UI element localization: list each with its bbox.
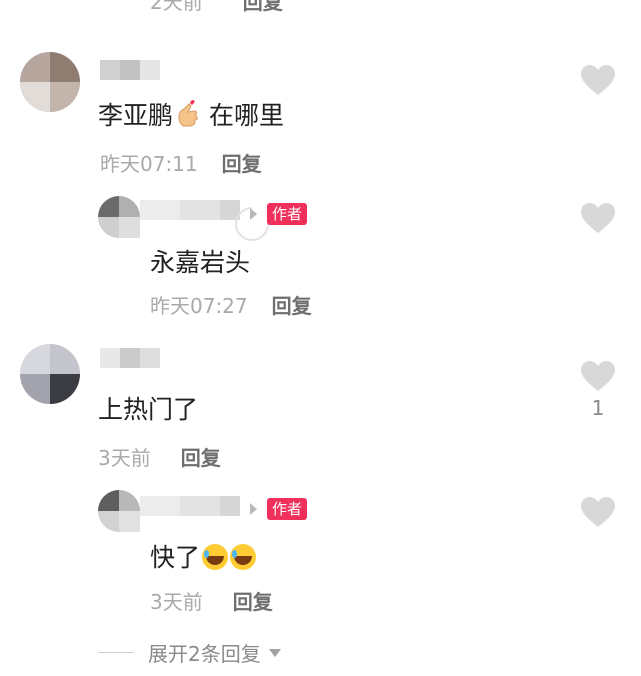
like-count: 1 [591, 396, 605, 420]
heart-icon[interactable] [580, 496, 616, 528]
username-blurred[interactable] [100, 348, 160, 368]
reply-button[interactable]: 回复 [243, 0, 283, 15]
comment-time: 3天前 [98, 446, 151, 470]
avatar[interactable] [20, 344, 80, 404]
comment-time: 3天前 [150, 590, 203, 614]
comment-text-part: 在哪里 [209, 101, 285, 130]
username-blurred[interactable] [140, 496, 240, 516]
reply-button[interactable]: 回复 [181, 442, 221, 471]
reply-button[interactable]: 回复 [233, 586, 273, 615]
heart-icon[interactable] [580, 360, 616, 392]
comment-meta: 昨天07:27 回复 [150, 290, 312, 319]
caret-down-icon [268, 648, 281, 657]
username-blurred[interactable] [100, 60, 160, 80]
comment-time: 昨天07:27 [150, 294, 248, 318]
comment-text: 上热门了 [98, 395, 199, 424]
laughing-emoji-icon [202, 544, 229, 570]
comment-text: 永嘉岩头 [150, 248, 251, 277]
reply-arrow-icon [250, 503, 257, 515]
divider [98, 652, 134, 653]
laughing-emoji-icon [230, 544, 257, 570]
comment-meta: 3天前 回复 [150, 586, 273, 615]
heart-icon[interactable] [580, 64, 616, 96]
previous-comment-meta: 2天前 回复 [150, 0, 283, 15]
author-badge: 作者 [267, 498, 308, 520]
expand-replies-label: 展开2条回复 [148, 642, 261, 666]
comment-list: 2天前 回复 李亚鹏 在哪里 昨天07:11 回复 作者 永嘉岩头 昨天07:2… [0, 0, 641, 676]
reply-button[interactable]: 回复 [272, 290, 312, 319]
author-badge: 作者 [267, 203, 308, 225]
comment-meta: 昨天07:11 回复 [100, 148, 262, 177]
comment-text: 李亚鹏 在哪里 [98, 96, 284, 132]
avatar[interactable] [98, 490, 140, 532]
comment-time: 昨天07:11 [100, 152, 198, 176]
finger-heart-emoji-icon [178, 100, 198, 127]
comment-text-part: 快了 [150, 543, 201, 572]
expand-replies-button[interactable]: 展开2条回复 [98, 638, 281, 667]
reply-arrow-icon [250, 208, 257, 220]
username-blurred[interactable] [140, 200, 240, 220]
comment-text-part: 李亚鹏 [98, 101, 174, 130]
comment-text: 快了 [150, 538, 257, 574]
reply-button[interactable]: 回复 [222, 148, 262, 177]
comment-meta: 3天前 回复 [98, 442, 221, 471]
comment-time: 2天前 [150, 0, 203, 14]
avatar[interactable] [98, 196, 140, 238]
heart-icon[interactable] [580, 202, 616, 234]
avatar[interactable] [20, 52, 80, 112]
